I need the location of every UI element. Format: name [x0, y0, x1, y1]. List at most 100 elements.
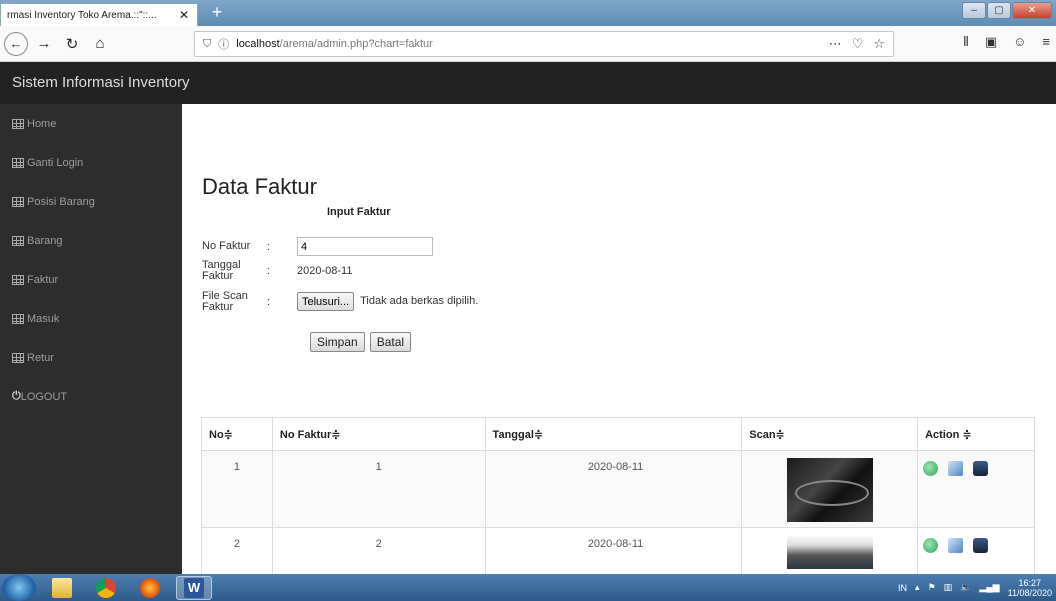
no-faktur-row: No Faktur :: [202, 237, 433, 256]
signal-icon[interactable]: ▂▄▆: [979, 582, 999, 593]
delete-icon[interactable]: [973, 461, 989, 476]
scan-thumbnail-image[interactable]: [786, 535, 873, 569]
power-icon: ⏻: [12, 390, 21, 402]
action-center-icon[interactable]: ⚑: [928, 582, 936, 593]
pocket-icon[interactable]: ♡: [852, 36, 864, 52]
no-faktur-input[interactable]: [297, 237, 433, 256]
cell-actions: [917, 450, 1035, 528]
save-button[interactable]: Simpan: [310, 332, 365, 352]
volume-icon[interactable]: 🔈: [960, 582, 971, 593]
browse-file-button[interactable]: Telusuri...: [297, 292, 355, 311]
sidebar-item-label: Ganti Login: [27, 156, 84, 169]
url-bar[interactable]: ⛉ ⓘ localhost/arema/admin.php?chart=fakt…: [194, 31, 894, 57]
sidebar-item-logout[interactable]: ⏻ LOGOUT: [0, 377, 182, 416]
grid-icon: [12, 313, 24, 324]
taskbar-chrome[interactable]: [88, 576, 124, 600]
column-header-action[interactable]: Action ≑: [917, 417, 1035, 451]
app-header[interactable]: Sistem Informasi Inventory: [0, 62, 1056, 104]
firefox-icon: [140, 577, 160, 598]
table-header-row: No≑ No Faktur≑ Tanggal≑ Scan≑ Action ≑: [201, 417, 1035, 451]
cell-scan: [741, 450, 919, 528]
word-icon: W: [184, 577, 204, 598]
sidebar-item-label: Home: [27, 117, 57, 130]
language-indicator[interactable]: IN: [898, 583, 907, 593]
folder-icon: [52, 577, 72, 598]
field-separator: :: [267, 240, 271, 253]
reload-icon[interactable]: ↻: [60, 32, 84, 56]
column-header-no-faktur[interactable]: No Faktur≑: [271, 417, 486, 451]
grid-icon: [12, 157, 24, 168]
tab-title: rmasi Inventory Toko Arema.::"::...: [7, 9, 157, 21]
sidebar-item-retur[interactable]: Retur: [0, 338, 182, 377]
edit-icon[interactable]: [948, 461, 964, 476]
column-header-scan[interactable]: Scan≑: [741, 417, 919, 451]
sidebar-item-label: Faktur: [27, 273, 59, 286]
sidebar-item-posisi-barang[interactable]: Posisi Barang: [0, 182, 182, 221]
field-separator: :: [267, 296, 271, 308]
sidebar-item-masuk[interactable]: Masuk: [0, 299, 182, 338]
taskbar-explorer[interactable]: [44, 576, 80, 600]
sidebar-item-label: Masuk: [27, 312, 60, 325]
minimize-button[interactable]: –: [962, 2, 986, 19]
forward-icon[interactable]: →: [32, 32, 56, 56]
system-tray: IN ▴ ⚑ ▥ 🔈 ▂▄▆ 16:27 11/08/2020: [898, 574, 1052, 601]
column-header-tanggal[interactable]: Tanggal≑: [484, 417, 743, 451]
taskbar: W IN ▴ ⚑ ▥ 🔈 ▂▄▆ 16:27 11/08/2020: [0, 574, 1056, 601]
edit-icon[interactable]: [948, 538, 964, 553]
page-title: Data Faktur: [202, 174, 317, 199]
sidebar: Home Ganti Login Posisi Barang Barang Fa…: [0, 104, 182, 574]
maximize-button[interactable]: ▢: [987, 2, 1011, 19]
view-icon[interactable]: [923, 538, 939, 553]
sidebar-item-barang[interactable]: Barang: [0, 221, 182, 260]
sidebar-item-faktur[interactable]: Faktur: [0, 260, 182, 299]
grid-icon: [12, 196, 24, 207]
url-host: localhost: [236, 38, 280, 50]
table-row: 2 2 2020-08-11: [201, 527, 1035, 574]
sidebar-item-label: Barang: [27, 234, 63, 247]
view-icon[interactable]: [923, 461, 939, 476]
tanggal-faktur-value[interactable]: 2020-08-11: [297, 260, 352, 277]
clock-time: 16:27: [1018, 577, 1042, 588]
browser-tab-bar: rmasi Inventory Toko Arema.::"::... ✕ + …: [0, 0, 1056, 26]
home-icon[interactable]: ⌂: [88, 32, 112, 56]
close-window-button[interactable]: ✕: [1012, 2, 1052, 19]
account-icon[interactable]: ☺: [1013, 34, 1026, 50]
bookmark-star-icon[interactable]: ☆: [873, 36, 885, 52]
table-row: 1 1 2020-08-11: [201, 450, 1035, 528]
page-actions-icon[interactable]: ⋯: [829, 36, 842, 52]
cell-no-faktur: 2: [271, 527, 486, 574]
taskbar-word[interactable]: W: [176, 575, 212, 600]
clock-date: 11/08/2020: [1007, 587, 1052, 598]
tab-close-icon[interactable]: ✕: [177, 8, 191, 22]
new-tab-button[interactable]: +: [206, 2, 228, 24]
chrome-icon: [96, 577, 116, 598]
column-header-no[interactable]: No≑: [201, 417, 273, 451]
network-icon[interactable]: ▥: [944, 582, 953, 593]
grid-icon: [12, 235, 24, 246]
clock[interactable]: 16:27 11/08/2020: [1008, 578, 1052, 598]
scan-thumbnail-image[interactable]: [786, 458, 873, 522]
file-scan-label: File Scan Faktur: [202, 290, 248, 313]
tanggal-faktur-row: Tanggal Faktur : 2020-08-11: [202, 260, 352, 282]
sidebar-item-home[interactable]: Home: [0, 104, 182, 143]
sidebar-toggle-icon[interactable]: ▣: [985, 34, 997, 50]
delete-icon[interactable]: [973, 538, 989, 553]
faktur-table: No≑ No Faktur≑ Tanggal≑ Scan≑ Action ≑ 1…: [201, 417, 1035, 574]
tray-expand-icon[interactable]: ▴: [915, 582, 920, 593]
cancel-button[interactable]: Batal: [369, 332, 412, 352]
library-icon[interactable]: ⦀: [963, 34, 969, 50]
start-button[interactable]: [2, 574, 36, 601]
sidebar-item-label: Retur: [27, 351, 54, 364]
sidebar-item-label: LOGOUT: [20, 390, 68, 403]
sidebar-item-ganti-login[interactable]: Ganti Login: [0, 143, 182, 182]
menu-icon[interactable]: ≡: [1042, 34, 1050, 50]
tracking-shield-icon[interactable]: ⛉: [203, 38, 211, 51]
taskbar-firefox[interactable]: [132, 576, 168, 600]
file-scan-row: File Scan Faktur : Telusuri... Tidak ada…: [202, 291, 478, 313]
browser-tab[interactable]: rmasi Inventory Toko Arema.::"::... ✕: [0, 3, 198, 26]
site-info-icon[interactable]: ⓘ: [218, 36, 229, 52]
cell-no: 1: [201, 450, 273, 528]
grid-icon: [12, 274, 24, 285]
back-icon[interactable]: ←: [4, 31, 28, 56]
main-content: Data Faktur Input Faktur No Faktur : Tan…: [182, 104, 1056, 574]
